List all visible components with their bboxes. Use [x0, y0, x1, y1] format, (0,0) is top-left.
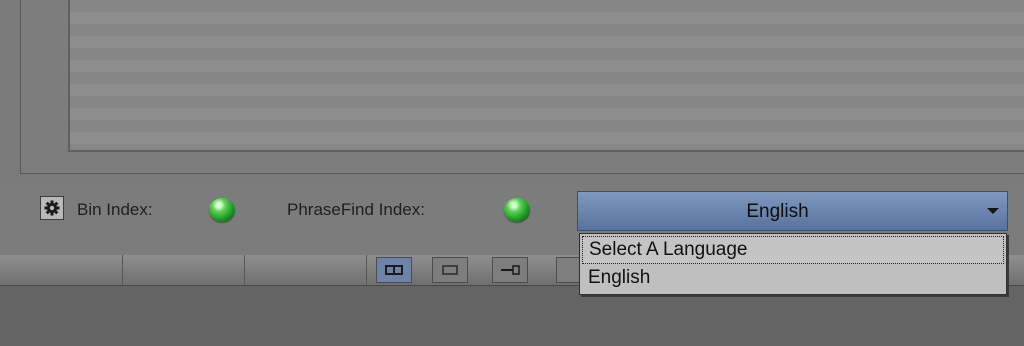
bin-index-label: Bin Index:	[77, 200, 153, 219]
phrasefind-index-label: PhraseFind Index:	[287, 200, 425, 219]
bin-list-panel[interactable]	[68, 0, 1024, 152]
toolbar-divider	[366, 255, 367, 285]
gear-icon	[44, 200, 60, 216]
language-select-value: English	[746, 201, 809, 222]
language-option[interactable]: Select A Language	[582, 236, 1004, 264]
storyboard-view-icon	[501, 265, 520, 275]
language-dropdown-list[interactable]: Select A Language English	[579, 233, 1007, 295]
bin-footer	[0, 286, 1024, 346]
language-option[interactable]: English	[582, 265, 1004, 293]
storyboard-view-button[interactable]	[492, 257, 528, 283]
language-select[interactable]: English	[577, 191, 1008, 231]
settings-button[interactable]	[40, 196, 64, 220]
bin-index-status-led	[209, 198, 235, 222]
script-view-button[interactable]	[432, 257, 468, 283]
frame-view-icon	[385, 265, 403, 275]
frame-view-button[interactable]	[376, 257, 412, 283]
chevron-down-icon[interactable]	[987, 208, 999, 214]
toolbar-divider	[122, 255, 123, 285]
script-view-icon	[442, 265, 458, 275]
toolbar-divider	[244, 255, 245, 285]
phrasefind-index-status-led	[504, 198, 530, 222]
